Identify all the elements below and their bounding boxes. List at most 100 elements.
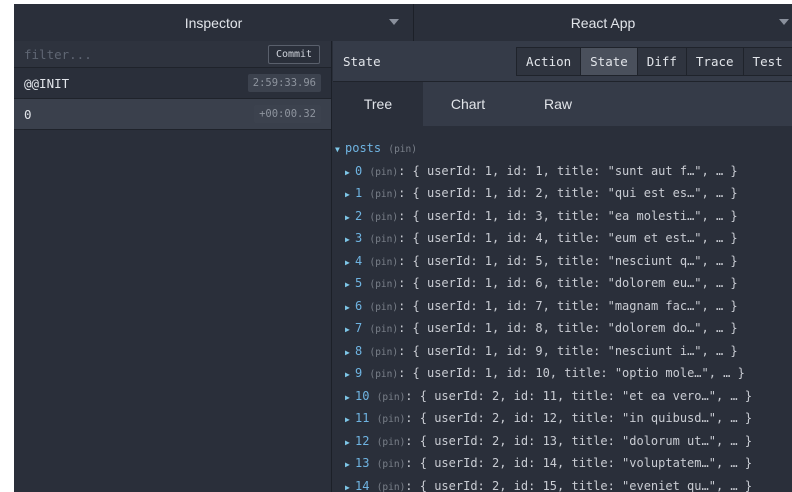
triangle-right-icon[interactable]: ▶ [345,415,355,424]
pin-toggle[interactable]: (pin) [377,459,406,470]
subtab-raw[interactable]: Raw [513,82,603,126]
tree-key: posts [345,141,382,155]
subtab-label: Raw [543,96,572,112]
pin-toggle[interactable]: (pin) [369,189,398,200]
tree-node-item[interactable]: ▶ 8 (pin): { userId: 1, id: 9, title: "ne… [345,344,738,366]
view-subtabs: Tree Chart Raw [333,82,792,126]
pin-toggle[interactable]: (pin) [377,437,406,448]
tree-key: 8 [355,343,363,358]
chevron-down-icon[interactable] [389,19,399,25]
chevron-down-icon[interactable] [779,19,789,25]
inspector-tabs: Action State Diff Trace Test [516,47,792,76]
pin-toggle[interactable]: (pin) [377,414,406,425]
commit-button[interactable]: Commit [268,45,320,64]
triangle-right-icon[interactable]: ▶ [345,258,355,267]
instance-select-label: React App [570,14,636,31]
pin-toggle[interactable]: (pin) [369,302,398,313]
tree-node-item[interactable]: ▶ 7 (pin): { userId: 1, id: 8, title: "do… [345,321,738,343]
tab-trace[interactable]: Trace [686,48,744,75]
pin-toggle[interactable]: (pin) [369,369,398,380]
tree-key: 11 [355,411,370,425]
action-item-init[interactable]: @@INIT 2:59:33.96 [14,68,331,99]
pin-toggle[interactable]: (pin) [377,482,406,492]
tree-key: 7 [355,321,363,335]
tree-node-item[interactable]: ▶ 5 (pin): { userId: 1, id: 6, title: "do… [345,276,738,298]
pin-toggle[interactable]: (pin) [369,167,398,178]
action-item-selected[interactable]: 0 +00:00.32 [14,99,331,130]
inspector-pane: State Action State Diff Trace Test Tree … [333,41,792,492]
tree-node-item[interactable]: ▶ 2 (pin): { userId: 1, id: 3, title: "ea… [345,209,738,231]
tree-value-summary: : { userId: 1, id: 3, title: "ea molesti… [398,208,738,223]
tree-key: 14 [355,478,370,492]
tree-key: 10 [355,388,370,403]
tree-node-item[interactable]: ▶ 14 (pin): { userId: 2, id: 15, title: "… [345,479,752,492]
tab-test[interactable]: Test [743,48,792,75]
triangle-right-icon[interactable]: ▶ [345,325,355,334]
tree-value-summary: : { userId: 1, id: 4, title: "eum et est… [398,231,738,245]
monitor-select[interactable]: Inspector [14,4,414,41]
tree-value-summary: : { userId: 2, id: 12, title: "in quibus… [405,411,753,425]
tree-node-item[interactable]: ▶ 9 (pin): { userId: 1, id: 10, title: "o… [345,366,745,388]
tab-action[interactable]: Action [517,48,582,75]
pin-toggle[interactable]: (pin) [369,212,398,223]
tree-node-item[interactable]: ▶ 0 (pin): { userId: 1, id: 1, title: "su… [345,164,738,186]
subtab-label: Tree [363,96,393,112]
tree-node-item[interactable]: ▶ 4 (pin): { userId: 1, id: 5, title: "ne… [345,254,738,276]
pin-toggle[interactable]: (pin) [369,347,398,358]
triangle-right-icon[interactable]: ▶ [345,235,355,244]
instance-select[interactable]: React App [414,4,792,41]
triangle-right-icon[interactable]: ▶ [345,190,355,199]
triangle-right-icon[interactable]: ▶ [345,460,355,469]
tree-key: 5 [355,276,363,290]
tree-node-item[interactable]: ▶ 6 (pin): { userId: 1, id: 7, title: "ma… [345,299,738,321]
devtools-window: Inspector React App Commit @@INIT 2:59:3… [14,4,792,492]
filter-input[interactable] [14,41,264,67]
tree-node-item[interactable]: ▶ 11 (pin): { userId: 2, id: 12, title: "… [345,411,752,433]
tree-node-item[interactable]: ▶ 13 (pin): { userId: 2, id: 14, title: "… [345,456,752,478]
tab-label: Diff [646,54,677,69]
tree-node-item[interactable]: ▶ 3 (pin): { userId: 1, id: 4, title: "eu… [345,231,738,253]
tree-value-summary: : { userId: 1, id: 10, title: "optio mol… [398,366,745,380]
tree-value-summary: : { userId: 2, id: 11, title: "et ea ver… [405,388,753,403]
triangle-right-icon[interactable]: ▶ [345,438,355,447]
triangle-right-icon[interactable]: ▶ [345,483,355,492]
tree-key: 12 [355,433,370,448]
tree-key: 1 [355,186,363,200]
pin-toggle[interactable]: (pin) [369,234,398,245]
tab-label: State [590,54,628,69]
inspector-title: State [343,54,381,69]
pin-toggle[interactable]: (pin) [369,257,398,268]
pin-toggle[interactable]: (pin) [369,324,398,335]
tree-node-item[interactable]: ▶ 10 (pin): { userId: 2, id: 11, title: "… [345,389,752,411]
tree-node-item[interactable]: ▶ 12 (pin): { userId: 2, id: 13, title: "… [345,434,752,456]
triangle-right-icon[interactable]: ▶ [345,213,355,222]
tree-key: 0 [355,163,363,178]
tree-value-summary: : { userId: 1, id: 1, title: "sunt aut f… [398,163,738,178]
tab-label: Test [752,54,783,69]
action-timestamp: +00:00.32 [254,105,321,123]
filter-bar: Commit [14,41,331,68]
pin-toggle[interactable]: (pin) [369,279,398,290]
action-name: 0 [24,107,32,122]
tree-node-posts[interactable]: ▼ posts (pin) [335,141,417,163]
triangle-right-icon[interactable]: ▶ [345,168,355,177]
tab-diff[interactable]: Diff [637,48,687,75]
triangle-right-icon[interactable]: ▶ [345,303,355,312]
subtab-tree[interactable]: Tree [333,82,423,126]
triangle-right-icon[interactable]: ▶ [345,348,355,357]
triangle-right-icon[interactable]: ▶ [345,393,355,402]
pin-toggle[interactable]: (pin) [377,392,406,403]
subtab-chart[interactable]: Chart [423,82,513,126]
inspector-header: State Action State Diff Trace Test [333,41,792,82]
tab-state[interactable]: State [581,48,638,75]
triangle-right-icon[interactable]: ▶ [345,280,355,289]
tree-node-item[interactable]: ▶ 1 (pin): { userId: 1, id: 2, title: "qu… [345,186,738,208]
monitor-select-label: Inspector [184,14,243,31]
triangle-right-icon[interactable]: ▶ [345,370,355,379]
pin-toggle[interactable]: (pin) [388,144,417,155]
tree-value-summary: : { userId: 1, id: 2, title: "qui est es… [398,186,738,200]
tree-value-summary: : { userId: 1, id: 5, title: "nesciunt q… [398,253,738,268]
triangle-down-icon[interactable]: ▼ [335,145,345,154]
tab-label: Trace [695,54,734,69]
tree-key: 4 [355,253,363,268]
